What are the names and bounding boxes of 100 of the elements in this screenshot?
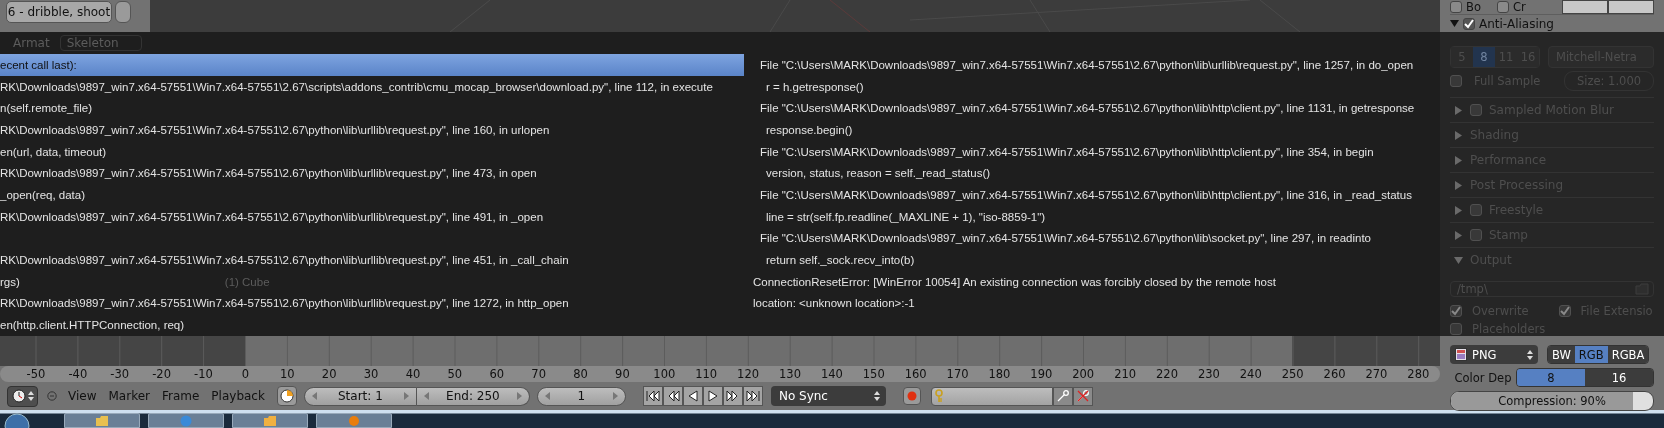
checkbox[interactable] xyxy=(1450,75,1462,87)
compression-slider[interactable]: Compression: 90% xyxy=(1450,391,1654,411)
clock-icon xyxy=(11,389,26,403)
menu-item[interactable]: Playback xyxy=(211,389,265,403)
traceback-line: en(url, data, timeout) xyxy=(0,145,107,158)
menu-item[interactable]: Frame xyxy=(161,389,200,403)
list-item[interactable]: 6 - dribble, shoot xyxy=(6,1,112,23)
playback-button[interactable] xyxy=(722,386,743,406)
frame-number: -30 xyxy=(109,367,131,381)
checkbox-label: Bo xyxy=(1466,0,1481,14)
frame-number: 100 xyxy=(652,367,677,381)
keying-set-field[interactable] xyxy=(930,386,1053,406)
frame-number: 40 xyxy=(404,367,422,381)
decrement-icon[interactable] xyxy=(311,392,317,400)
sync-dropdown[interactable]: No Sync xyxy=(770,386,886,406)
frame-number: 0 xyxy=(240,367,251,381)
taskbar-button[interactable] xyxy=(148,413,224,428)
menu-item[interactable]: Marker xyxy=(108,389,150,403)
checkbox[interactable] xyxy=(1470,104,1482,116)
traceback-line: File "C:\Users\MARK\Downloads\9897_win7.x64-57551\Win7.x64-57551\2.67\python\lib\urllib\request.py", line 1257, in do_open xyxy=(759,58,1414,71)
taskbar-button[interactable] xyxy=(316,413,392,428)
color-depth-option[interactable]: 8 xyxy=(1517,369,1585,386)
color-depth-option[interactable]: 16 xyxy=(1585,369,1653,386)
frame-number: 260 xyxy=(1322,367,1347,381)
timer-button[interactable] xyxy=(276,386,297,406)
folder-icon xyxy=(263,414,277,427)
expand-arrow-icon[interactable] xyxy=(1454,180,1463,190)
frame-number: 160 xyxy=(903,367,928,381)
frame-number: 110 xyxy=(694,367,719,381)
traceback-line: line = str(self.fp.readline(_MAXLINE + 1), "iso-8859-1") xyxy=(765,210,1046,223)
traceback-line: RK\Downloads\9897_win7.x64-57551\Win7.x64-57551\2.67\python\lib\urllib\request.py", line 491, in _open xyxy=(0,210,544,223)
error-message: ConnectionResetError: [WinError 10054] An existing connection was forcibly closed by the remote host xyxy=(752,275,1276,288)
taskbar-button[interactable] xyxy=(64,413,140,428)
traceback-line: File "C:\Users\MARK\Downloads\9897_win7.x64-57551\Win7.x64-57551\2.67\python\lib\socket.py", line 297, in readinto xyxy=(759,232,1371,245)
traceback-line: en(http.client.HTTPConnection, req) xyxy=(0,319,185,332)
checkbox[interactable] xyxy=(1450,323,1462,335)
current-frame-field[interactable]: 1 xyxy=(536,386,626,406)
frame-number: 190 xyxy=(1029,367,1054,381)
increment-icon[interactable] xyxy=(612,392,618,400)
value-button[interactable] xyxy=(1562,0,1608,14)
expand-arrow-icon[interactable] xyxy=(1450,19,1459,28)
playback-button[interactable] xyxy=(742,386,763,406)
traceback-line: r = h.getresponse() xyxy=(765,80,864,93)
playback-button[interactable] xyxy=(662,386,683,406)
frame-number: 60 xyxy=(488,367,506,381)
checkbox[interactable] xyxy=(1450,1,1462,13)
error-message: location: <unknown location>:-1 xyxy=(752,297,915,310)
decrement-icon[interactable] xyxy=(423,392,429,400)
color-mode-option[interactable]: BW xyxy=(1548,346,1575,363)
taskbar-button[interactable] xyxy=(232,413,308,428)
folder-icon xyxy=(95,414,109,427)
expand-arrow-icon[interactable] xyxy=(1454,105,1463,115)
editor-type-button[interactable] xyxy=(7,385,38,407)
checkbox[interactable] xyxy=(1558,305,1571,317)
scrollbar[interactable] xyxy=(115,1,131,23)
frame-number: -50 xyxy=(25,367,47,381)
frame-ruler[interactable]: -50 -40 -30 -20 -10 0 10 20 30 40 50 60 70 80 90 100 110 120 130 140 150 160 170 180 190 200 210 220 230 240 250 260 270 280 xyxy=(0,366,1440,382)
start-frame-field[interactable]: Start: 1 xyxy=(303,386,417,406)
increment-icon[interactable] xyxy=(403,392,409,400)
frame-number: 10 xyxy=(278,367,296,381)
start-button[interactable] xyxy=(4,412,30,428)
expand-arrow-icon[interactable] xyxy=(1454,130,1463,140)
expand-arrow-icon[interactable] xyxy=(1454,205,1463,215)
frame-number: 150 xyxy=(861,367,886,381)
delete-keyframe-button[interactable] xyxy=(1072,386,1093,406)
frame-number: 250 xyxy=(1280,367,1305,381)
playback-button[interactable] xyxy=(682,386,703,406)
checkbox[interactable] xyxy=(1470,204,1482,216)
value-button[interactable] xyxy=(1608,0,1654,14)
increment-icon[interactable] xyxy=(516,392,522,400)
frame-number: 30 xyxy=(362,367,380,381)
playback-button[interactable] xyxy=(702,386,723,406)
traceback-line: RK\Downloads\9897_win7.x64-57551\Win7.x64-57551\2.67\python\lib\urllib\request.py", line 473, in open xyxy=(0,167,537,180)
playback-button[interactable] xyxy=(642,386,663,406)
checkbox[interactable] xyxy=(1496,1,1509,13)
checkbox[interactable] xyxy=(1450,305,1462,317)
clock-icon xyxy=(279,389,294,403)
insert-keyframe-button[interactable] xyxy=(1052,386,1073,406)
expand-arrow-icon[interactable] xyxy=(1454,155,1463,165)
frame-number: 140 xyxy=(819,367,844,381)
end-frame-field[interactable]: End: 250 xyxy=(416,386,530,406)
section-title: Anti-Aliasing xyxy=(1479,16,1554,31)
expand-arrow-icon[interactable] xyxy=(1454,230,1463,240)
color-mode-option[interactable]: RGB xyxy=(1574,346,1608,363)
traceback-line: response.begin() xyxy=(765,123,853,136)
sample-option[interactable]: 8 xyxy=(1473,47,1495,67)
record-button[interactable] xyxy=(902,387,921,405)
frame-number: 240 xyxy=(1238,367,1263,381)
checkbox-label: Cr xyxy=(1512,0,1526,14)
app-icon xyxy=(347,414,361,427)
menu-item[interactable]: View xyxy=(68,389,97,403)
collapse-icon[interactable] xyxy=(47,391,57,401)
frame-number: 230 xyxy=(1196,367,1221,381)
checkbox[interactable] xyxy=(1470,229,1482,241)
color-mode-option[interactable]: RGBA xyxy=(1607,346,1649,363)
expand-arrow-icon[interactable] xyxy=(1454,255,1463,265)
decrement-icon[interactable] xyxy=(544,392,550,400)
file-format-dropdown[interactable]: PNG xyxy=(1450,345,1538,364)
frame-number: 220 xyxy=(1155,367,1179,381)
checkbox[interactable] xyxy=(1463,17,1475,30)
